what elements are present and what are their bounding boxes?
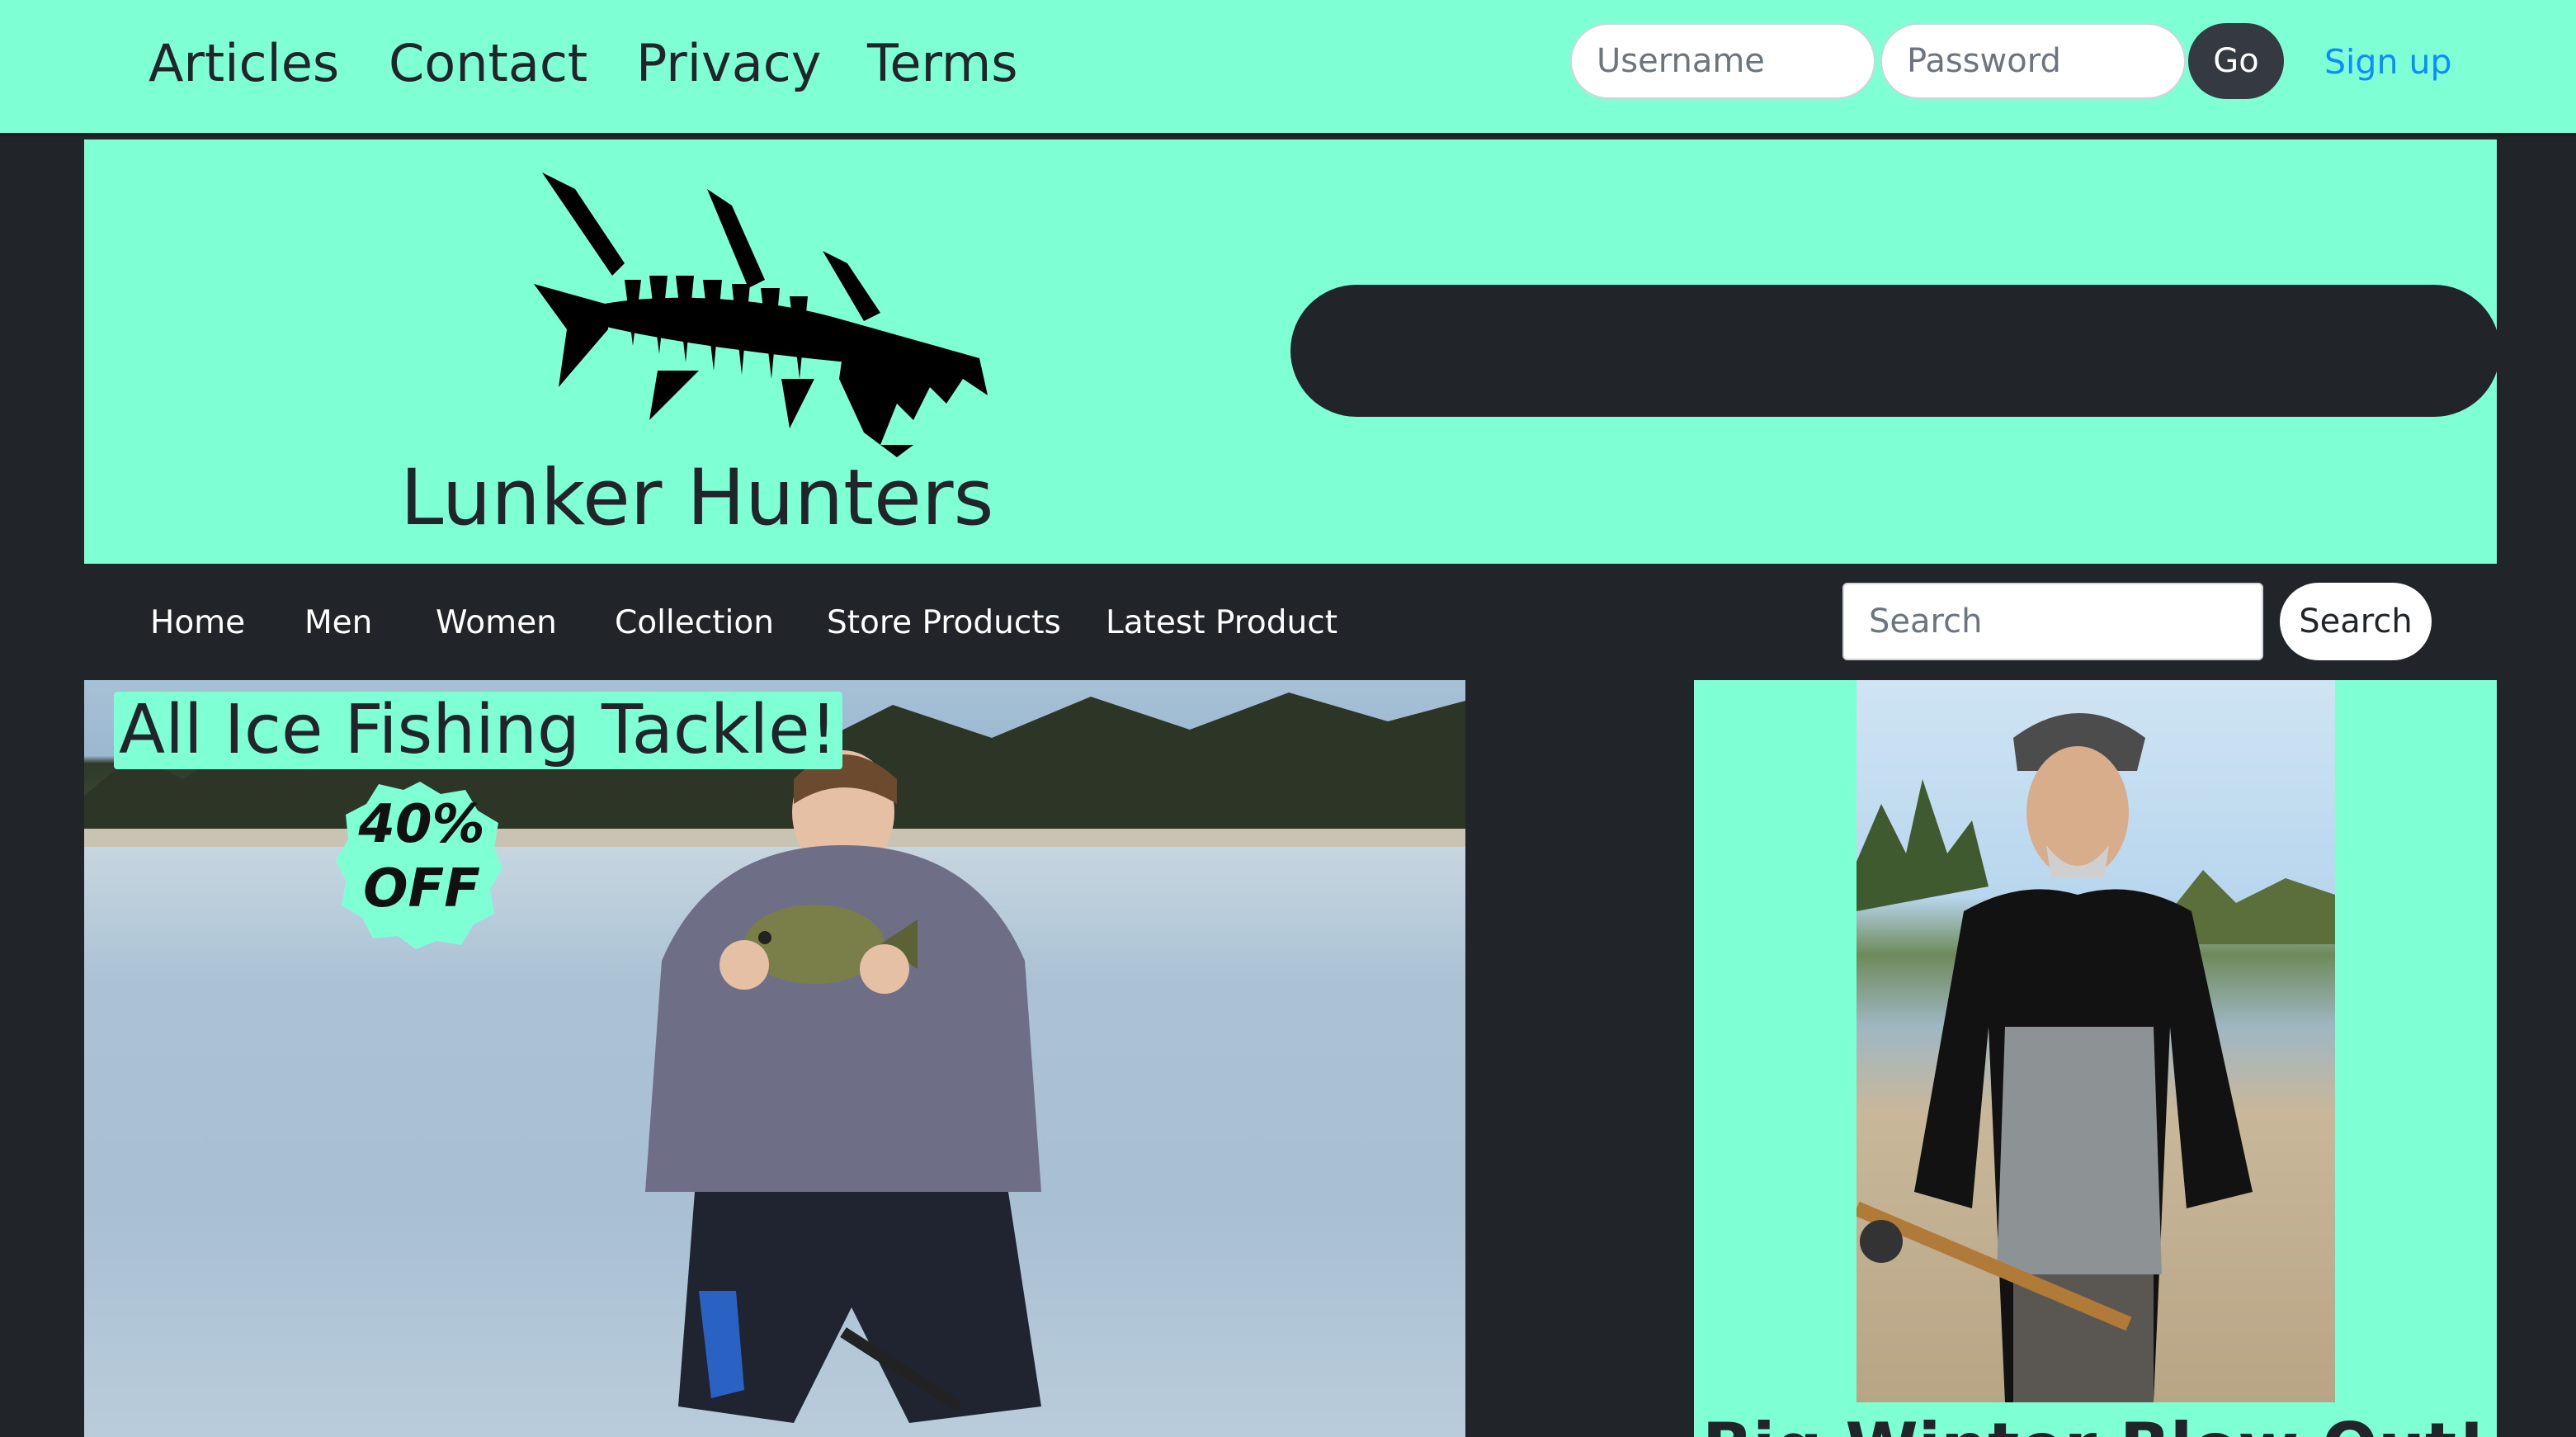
angler-photo [1857, 713, 2335, 1402]
username-field[interactable] [1570, 23, 1875, 99]
password-field[interactable] [1880, 23, 2186, 99]
search-button[interactable]: Search [2280, 583, 2432, 660]
go-button[interactable]: Go [2188, 23, 2284, 99]
nav-link-articles[interactable]: Articles [149, 31, 339, 96]
signup-link[interactable]: Sign up [2324, 41, 2451, 83]
header-banner: Lunker Hunters [84, 139, 2500, 564]
banner-pill [1290, 285, 2500, 417]
fish-skeleton-icon [534, 173, 988, 457]
nav-collection[interactable]: Collection [615, 603, 774, 644]
hero-title: All Ice Fishing Tackle! [114, 692, 842, 769]
nav-link-terms[interactable]: Terms [867, 31, 1018, 96]
top-navbar: Articles Contact Privacy Terms Go Sign u… [0, 0, 2576, 136]
nav-link-privacy[interactable]: Privacy [636, 31, 821, 96]
hero-photo [84, 693, 1465, 1423]
search-input[interactable] [1842, 583, 2263, 660]
promo-card[interactable]: Big Winter Blow Out! [1694, 680, 2497, 1437]
nav-link-contact[interactable]: Contact [389, 31, 587, 96]
promo-photo [1857, 680, 2335, 1402]
nav-home[interactable]: Home [150, 603, 245, 644]
badge-percent: 40% [358, 794, 485, 855]
discount-badge-text: 40% OFF [332, 792, 512, 921]
nav-latest-product[interactable]: Latest Product [1106, 603, 1338, 644]
badge-off: OFF [363, 858, 480, 919]
nav-store-products[interactable]: Store Products [827, 603, 1061, 644]
nav-women[interactable]: Women [436, 603, 557, 644]
hero-banner[interactable]: All Ice Fishing Tackle! 40% OFF [84, 680, 1465, 1437]
nav-men[interactable]: Men [304, 603, 372, 644]
brand-name: Lunker Hunters [400, 453, 994, 543]
promo-title: Big Winter Blow Out! [1702, 1406, 2487, 1437]
